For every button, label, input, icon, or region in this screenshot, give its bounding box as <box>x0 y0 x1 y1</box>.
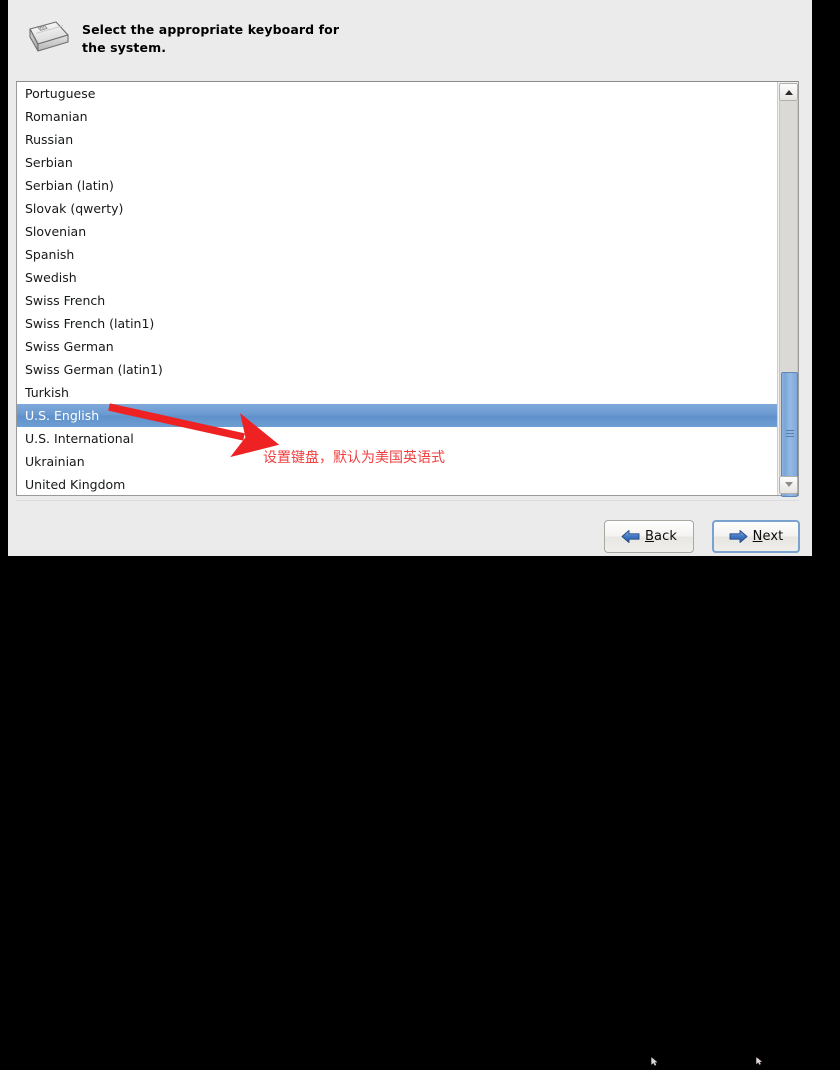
next-mnemonic: N <box>752 529 763 544</box>
next-label-rest: ext <box>762 529 784 544</box>
keyboard-list-viewport[interactable]: Portuguese Romanian Russian Serbian Serbian … <box>17 82 779 495</box>
chevron-up-icon <box>784 90 793 95</box>
header-area: Select the appropriate keyboard for the … <box>8 0 812 72</box>
installer-screen: Select the appropriate keyboard for the … <box>0 0 840 1066</box>
back-mnemonic: B <box>645 529 655 544</box>
list-item[interactable]: Portuguese <box>17 82 779 105</box>
page-instruction: Select the appropriate keyboard for the … <box>82 21 412 57</box>
keyboard-list-frame[interactable]: Portuguese Romanian Russian Serbian Serbian … <box>16 81 799 497</box>
instruction-line-1: Select the appropriate keyboard for <box>82 22 340 37</box>
list-item[interactable]: Swiss German <box>17 335 779 358</box>
list-item[interactable]: Spanish <box>17 243 779 266</box>
scroll-up-button[interactable] <box>779 83 798 101</box>
list-item[interactable]: Romanian <box>17 105 779 128</box>
back-label-rest: ack <box>654 529 677 544</box>
list-item[interactable]: Serbian <box>17 151 779 174</box>
chevron-down-icon <box>784 482 793 487</box>
next-button[interactable]: Next <box>712 520 800 553</box>
list-item[interactable]: Russian <box>17 128 779 151</box>
scrollbar-grip-icon <box>785 429 794 440</box>
list-item[interactable]: Swedish <box>17 266 779 289</box>
list-item[interactable]: Slovenian <box>17 220 779 243</box>
arrow-right-icon <box>729 529 748 544</box>
list-item[interactable]: Turkish <box>17 381 779 404</box>
scroll-down-button[interactable] <box>779 476 798 494</box>
next-button-label: Next <box>753 529 784 544</box>
footer-divider <box>16 500 799 501</box>
list-item[interactable]: Slovak (qwerty) <box>17 197 779 220</box>
footer-area: Back Next <box>8 498 812 1066</box>
instruction-line-2: the system. <box>82 40 167 55</box>
keyboard-icon <box>16 17 72 59</box>
list-item-selected[interactable]: U.S. English <box>17 404 779 427</box>
list-item[interactable]: Ukrainian <box>17 450 779 473</box>
keyboard-list[interactable]: Portuguese Romanian Russian Serbian Serbian … <box>17 82 779 495</box>
list-item[interactable]: Serbian (latin) <box>17 174 779 197</box>
arrow-left-icon <box>621 529 640 544</box>
back-button-label: Back <box>645 529 677 544</box>
list-item[interactable]: Swiss German (latin1) <box>17 358 779 381</box>
cursor-artifact <box>651 1051 658 1066</box>
list-item[interactable]: United Kingdom <box>17 473 779 495</box>
scrollbar-track[interactable] <box>779 101 798 497</box>
vertical-scrollbar[interactable] <box>777 82 798 497</box>
cursor-artifact-secondary <box>756 1050 763 1065</box>
list-item[interactable]: U.S. International <box>17 427 779 450</box>
list-item[interactable]: Swiss French <box>17 289 779 312</box>
installer-window: Select the appropriate keyboard for the … <box>8 0 812 1066</box>
list-item[interactable]: Swiss French (latin1) <box>17 312 779 335</box>
back-button[interactable]: Back <box>604 520 694 553</box>
